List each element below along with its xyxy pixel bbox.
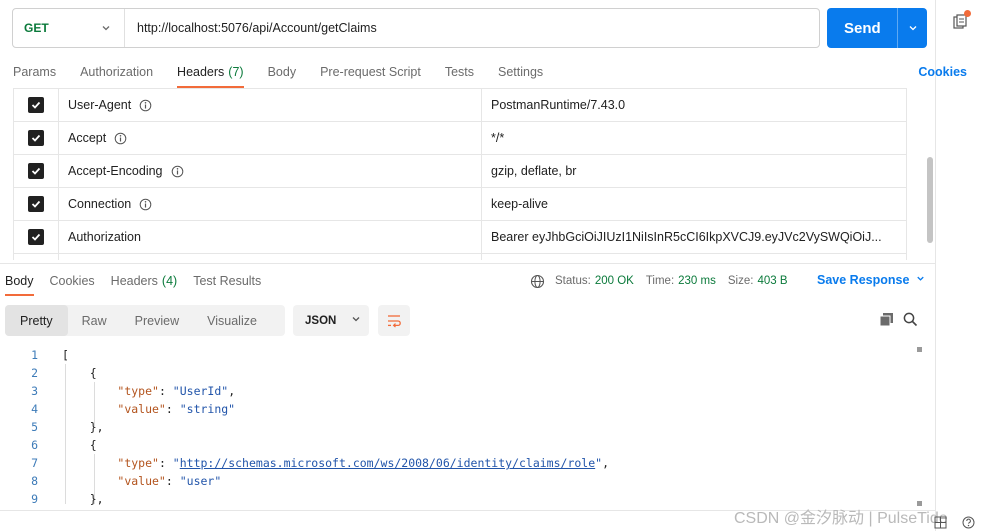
code-line: 6 { bbox=[31, 438, 97, 452]
notification-dot bbox=[964, 10, 971, 17]
tab-response-headers[interactable]: Headers (4) bbox=[103, 266, 186, 296]
tab-authorization[interactable]: Authorization bbox=[68, 56, 165, 88]
copy-icon[interactable] bbox=[879, 312, 894, 330]
status-code[interactable]: 200 OK bbox=[595, 275, 634, 287]
request-bar: GET http://localhost:5076/api/Account/ge… bbox=[12, 8, 820, 48]
watermark: CSDN @金汐脉动 | PulseTide bbox=[734, 510, 948, 527]
tab-response-body[interactable]: Body bbox=[0, 266, 42, 296]
tab-pre-request-script[interactable]: Pre-request Script bbox=[308, 56, 433, 88]
cookies-link[interactable]: Cookies bbox=[918, 65, 967, 79]
code-line: 5 }, bbox=[31, 420, 104, 434]
header-key[interactable]: Connection bbox=[59, 188, 482, 220]
url-input[interactable]: http://localhost:5076/api/Account/getCla… bbox=[125, 21, 377, 35]
layout-icon[interactable] bbox=[934, 516, 947, 531]
code-line: 7 "type": "http://schemas.microsoft.com/… bbox=[31, 456, 610, 470]
code-line: 2 { bbox=[31, 366, 97, 380]
response-size[interactable]: 403 B bbox=[757, 275, 787, 287]
info-icon[interactable] bbox=[139, 198, 152, 211]
header-checkbox[interactable] bbox=[28, 196, 44, 212]
chevron-down-icon bbox=[350, 313, 362, 328]
header-key[interactable]: Accept-Encoding bbox=[59, 155, 482, 187]
header-value[interactable]: gzip, deflate, br bbox=[482, 155, 907, 187]
request-tabs: Params Authorization Headers (7) Body Pre… bbox=[0, 56, 930, 88]
info-icon[interactable] bbox=[139, 99, 152, 112]
response-tabs: Body Cookies Headers (4) Test Results bbox=[0, 266, 269, 296]
info-icon[interactable] bbox=[114, 132, 127, 145]
tab-params[interactable]: Params bbox=[0, 56, 68, 88]
wrap-lines-button[interactable] bbox=[378, 305, 410, 336]
headers-table: User-Agent PostmanRuntime/7.43.0 Accept … bbox=[13, 88, 907, 260]
table-row: Authorization Bearer eyJhbGciOiJIUzI1NiI… bbox=[13, 221, 907, 254]
header-key[interactable]: Accept bbox=[59, 122, 482, 154]
wrap-icon bbox=[388, 314, 401, 327]
header-value[interactable]: PostmanRuntime/7.43.0 bbox=[482, 89, 907, 121]
view-preview[interactable]: Preview bbox=[121, 305, 193, 336]
tab-body[interactable]: Body bbox=[256, 56, 309, 88]
header-value[interactable]: */* bbox=[482, 122, 907, 154]
method-select[interactable]: GET bbox=[13, 9, 125, 47]
header-key[interactable]: Authorization bbox=[59, 221, 482, 253]
response-headers-count: (4) bbox=[161, 274, 178, 288]
pane-divider[interactable] bbox=[0, 263, 935, 264]
view-visualize[interactable]: Visualize bbox=[193, 305, 271, 336]
header-value[interactable]: Bearer eyJhbGciOiJIUzI1NiIsInR5cCI6IkpXV… bbox=[482, 221, 907, 253]
header-checkbox[interactable] bbox=[28, 130, 44, 146]
code-line: 8 "value": "user" bbox=[31, 474, 222, 488]
code-line: 3 "type": "UserId", bbox=[31, 384, 236, 398]
header-key[interactable]: User-Agent bbox=[59, 89, 482, 121]
help-icon[interactable] bbox=[962, 516, 975, 531]
headers-count: (7) bbox=[228, 65, 244, 79]
scroll-up-icon[interactable] bbox=[917, 347, 922, 352]
header-value[interactable]: keep-alive bbox=[482, 188, 907, 220]
tab-response-cookies[interactable]: Cookies bbox=[42, 266, 103, 296]
claim-role-link[interactable]: http://schemas.microsoft.com/ws/2008/06/… bbox=[180, 456, 595, 470]
header-checkbox[interactable] bbox=[28, 163, 44, 179]
header-checkbox[interactable] bbox=[28, 97, 44, 113]
send-label: Send bbox=[844, 19, 881, 37]
code-line: 1[ bbox=[31, 348, 69, 362]
right-sidebar bbox=[935, 0, 982, 531]
view-mode-selector: Pretty Raw Preview Visualize bbox=[5, 305, 285, 336]
view-pretty[interactable]: Pretty bbox=[5, 305, 68, 336]
info-icon[interactable] bbox=[171, 165, 184, 178]
response-time[interactable]: 230 ms bbox=[678, 275, 716, 287]
table-row: Accept-Encoding gzip, deflate, br bbox=[13, 155, 907, 188]
view-raw[interactable]: Raw bbox=[68, 305, 121, 336]
headers-scrollbar[interactable] bbox=[927, 157, 933, 243]
save-response-button[interactable]: Save Response bbox=[817, 273, 926, 287]
response-body-code[interactable]: 1[ 2 { 3 "type": "UserId", 4 "value": "s… bbox=[0, 346, 910, 506]
table-row bbox=[13, 254, 907, 260]
header-checkbox[interactable] bbox=[28, 229, 44, 245]
send-button[interactable]: Send bbox=[827, 8, 927, 48]
send-options-chevron-icon[interactable] bbox=[897, 8, 927, 48]
tab-test-results[interactable]: Test Results bbox=[185, 266, 269, 296]
response-status: Status: 200 OK Time: 230 ms Size: 403 B bbox=[530, 272, 800, 290]
table-row: Connection keep-alive bbox=[13, 188, 907, 221]
code-scrollbar[interactable] bbox=[914, 346, 923, 506]
globe-icon[interactable] bbox=[530, 274, 545, 289]
table-row: User-Agent PostmanRuntime/7.43.0 bbox=[13, 89, 907, 122]
code-line: 4 "value": "string" bbox=[31, 402, 236, 416]
chevron-down-icon bbox=[915, 273, 926, 287]
search-icon[interactable] bbox=[903, 312, 918, 330]
tab-settings[interactable]: Settings bbox=[486, 56, 555, 88]
tab-headers[interactable]: Headers (7) bbox=[165, 56, 256, 88]
chevron-down-icon bbox=[100, 22, 112, 37]
format-select[interactable]: JSON bbox=[293, 305, 369, 336]
table-row: Accept */* bbox=[13, 122, 907, 155]
method-label: GET bbox=[24, 21, 49, 35]
tab-tests[interactable]: Tests bbox=[433, 56, 486, 88]
